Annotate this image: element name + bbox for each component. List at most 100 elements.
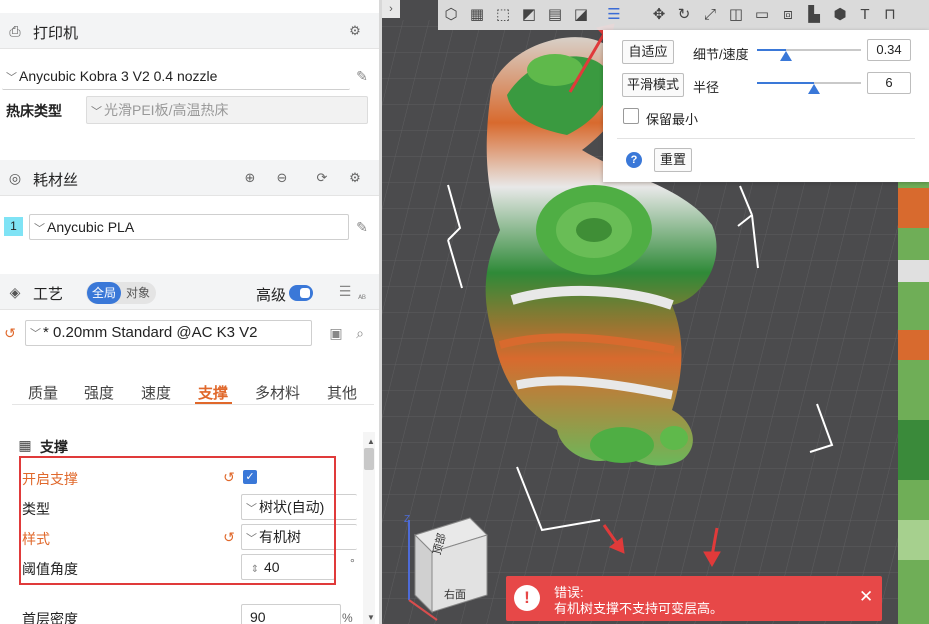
chevron-down-icon: ﹀ [30,328,41,340]
process-section-title: 工艺 [33,286,64,303]
help-icon[interactable]: ? [626,152,642,168]
reset-button[interactable]: 重置 [654,148,692,172]
radius-slider-thumb[interactable] [808,84,821,94]
radius-label: 半径 [693,80,720,95]
reset-preset-icon[interactable]: ↺ [2,325,18,341]
navcube-front-face[interactable]: 右面 [444,586,466,602]
adaptive-button[interactable]: 自适应 [622,40,674,64]
keep-min-label: 保留最小 [646,112,699,127]
tab-other[interactable]: 其他 [327,382,357,403]
first-layer-density-unit: % [342,611,353,624]
threshold-angle-unit: ° [350,556,355,570]
close-icon[interactable]: ✕ [859,587,873,607]
viewport-toolbar: ⬡ ▦ ⬚ ◩ ▤ ◪ ☰ ✥ ↻ ⤢ ◫ ▭ ⧈ ▙ ⬢ T ⊓ [438,0,929,30]
radius-slider-fill [757,82,815,84]
printer-icon: ⎙ [9,23,21,39]
cut-icon[interactable]: ▭ [751,4,773,26]
mesh-icon[interactable]: ⧈ [777,4,799,26]
process-preset-value: * 0.20mm Standard @AC K3 V2 [43,324,258,341]
filament-value: Anycubic PLA [47,219,135,235]
tab-speed[interactable]: 速度 [141,382,171,403]
variable-layer-height-icon[interactable]: ☰ [603,4,625,26]
toggle-global[interactable]: 全局 [87,282,121,304]
active-tab-indicator [195,402,232,404]
edit-printer-icon[interactable]: ✎ [354,68,370,84]
filament-select[interactable]: ﹀ Anycubic PLA [29,214,349,240]
add-filament-icon[interactable]: ⊕ [241,169,259,187]
z-axis-label: Z [404,514,411,525]
keep-min-checkbox[interactable] [623,108,639,124]
printer-section-title: 打印机 [33,25,79,42]
detail-speed-value[interactable]: 0.34 [867,39,911,61]
bed-type-label: 热床类型 [6,103,62,119]
tab-multi-material[interactable]: 多材料 [255,382,300,403]
sort-ab-icon[interactable]: ᴬᴮ [354,290,370,306]
process-section-header: ◈ 工艺 [0,274,379,310]
first-layer-density-value: 90 [250,609,266,624]
scroll-down-icon[interactable]: ▼ [363,610,379,624]
printer-profile-select[interactable]: ﹀ Anycubic Kobra 3 V2 0.4 nozzle [2,64,350,90]
printer-profile-value: Anycubic Kobra 3 V2 0.4 nozzle [19,68,218,84]
process-preset-select[interactable]: ﹀ * 0.20mm Standard @AC K3 V2 [25,320,312,346]
search-icon[interactable]: ⌕ [352,325,368,341]
filament-settings-icon[interactable]: ⚙ [346,169,364,187]
first-layer-density-label: 首层密度 [22,611,78,624]
collapse-panel-button[interactable]: › [382,0,400,18]
move-icon[interactable]: ✥ [648,4,670,26]
lay-on-face-icon[interactable]: ◫ [725,4,747,26]
advanced-label: 高级 [256,287,287,304]
tab-strength[interactable]: 强度 [84,382,114,403]
text-tool-icon[interactable]: T [854,4,876,26]
error-message: 有机树支撑不支持可变层高。 [554,601,724,616]
settings-panel: ⎙ 打印机 ⚙ ﹀ Anycubic Kobra 3 V2 0.4 nozzle … [0,0,379,624]
tab-support[interactable]: 支撑 [198,382,228,403]
arrange-icon[interactable]: ⬚ [492,4,514,26]
bed-type-select[interactable]: ﹀ 光滑PEI板/高温热床 [86,96,368,124]
chevron-down-icon: ﹀ [6,72,17,84]
bed-type-value: 光滑PEI板/高温热床 [104,102,229,118]
filament-slot-swatch[interactable]: 1 [4,217,23,236]
radius-value[interactable]: 6 [867,72,911,94]
measure-icon[interactable]: ⊓ [879,4,901,26]
printer-settings-icon[interactable]: ⚙ [346,22,364,40]
edit-filament-icon[interactable]: ✎ [354,219,370,235]
switch-knob [300,288,310,298]
split-icon[interactable]: ▤ [544,4,566,26]
smooth-mode-button[interactable]: 平滑模式 [622,73,684,97]
printer-section-header: ⎙ 打印机 ⚙ [0,13,379,49]
error-icon: ! [514,585,540,611]
toggle-object[interactable]: 对象 [121,282,155,304]
settings-scrollbar-thumb[interactable] [364,448,374,470]
support-section-icon: ▦ [18,437,32,453]
filament-section-title: 耗材丝 [33,172,79,189]
scale-icon[interactable]: ⤢ [699,4,721,26]
scroll-up-icon[interactable]: ▲ [363,434,379,450]
remove-filament-icon[interactable]: ⊖ [273,169,291,187]
cube-icon[interactable]: ⬡ [440,4,462,26]
detail-speed-slider-thumb[interactable] [780,51,793,61]
save-preset-icon[interactable]: ▣ [328,325,344,341]
filament-icon: ◎ [8,170,22,186]
detail-speed-label: 细节/速度 [693,47,749,62]
seam-paint-icon[interactable]: ⬢ [829,4,851,26]
highlight-annotation-box [19,456,336,585]
rotate-icon[interactable]: ↻ [673,4,695,26]
chevron-down-icon: ﹀ [34,223,45,235]
support-section-title: 支撑 [40,439,68,455]
chevron-down-icon: ﹀ [91,106,102,118]
first-layer-density-input[interactable]: 90 [241,604,341,624]
variable-layer-height-popup: 自适应 细节/速度 0.34 平滑模式 半径 6 保留最小 ? 重置 [603,30,929,182]
orient-icon[interactable]: ◩ [518,4,540,26]
advanced-switch[interactable] [289,285,313,301]
tab-divider [12,404,374,405]
grid-icon[interactable]: ▦ [466,4,488,26]
layers-icon: ◈ [9,284,21,300]
filament-section-header: ◎ 耗材丝 ⊕ ⊖ ⟳ ⚙ [0,160,379,196]
paint-icon[interactable]: ◪ [570,4,592,26]
compare-settings-icon[interactable]: ☰ [337,283,353,299]
tab-quality[interactable]: 质量 [28,382,58,403]
error-notification: ! 错误: 有机树支撑不支持可变层高。 ✕ [506,576,882,621]
popup-divider [617,138,915,139]
sync-filament-icon[interactable]: ⟳ [313,169,331,187]
support-paint-icon[interactable]: ▙ [803,4,825,26]
